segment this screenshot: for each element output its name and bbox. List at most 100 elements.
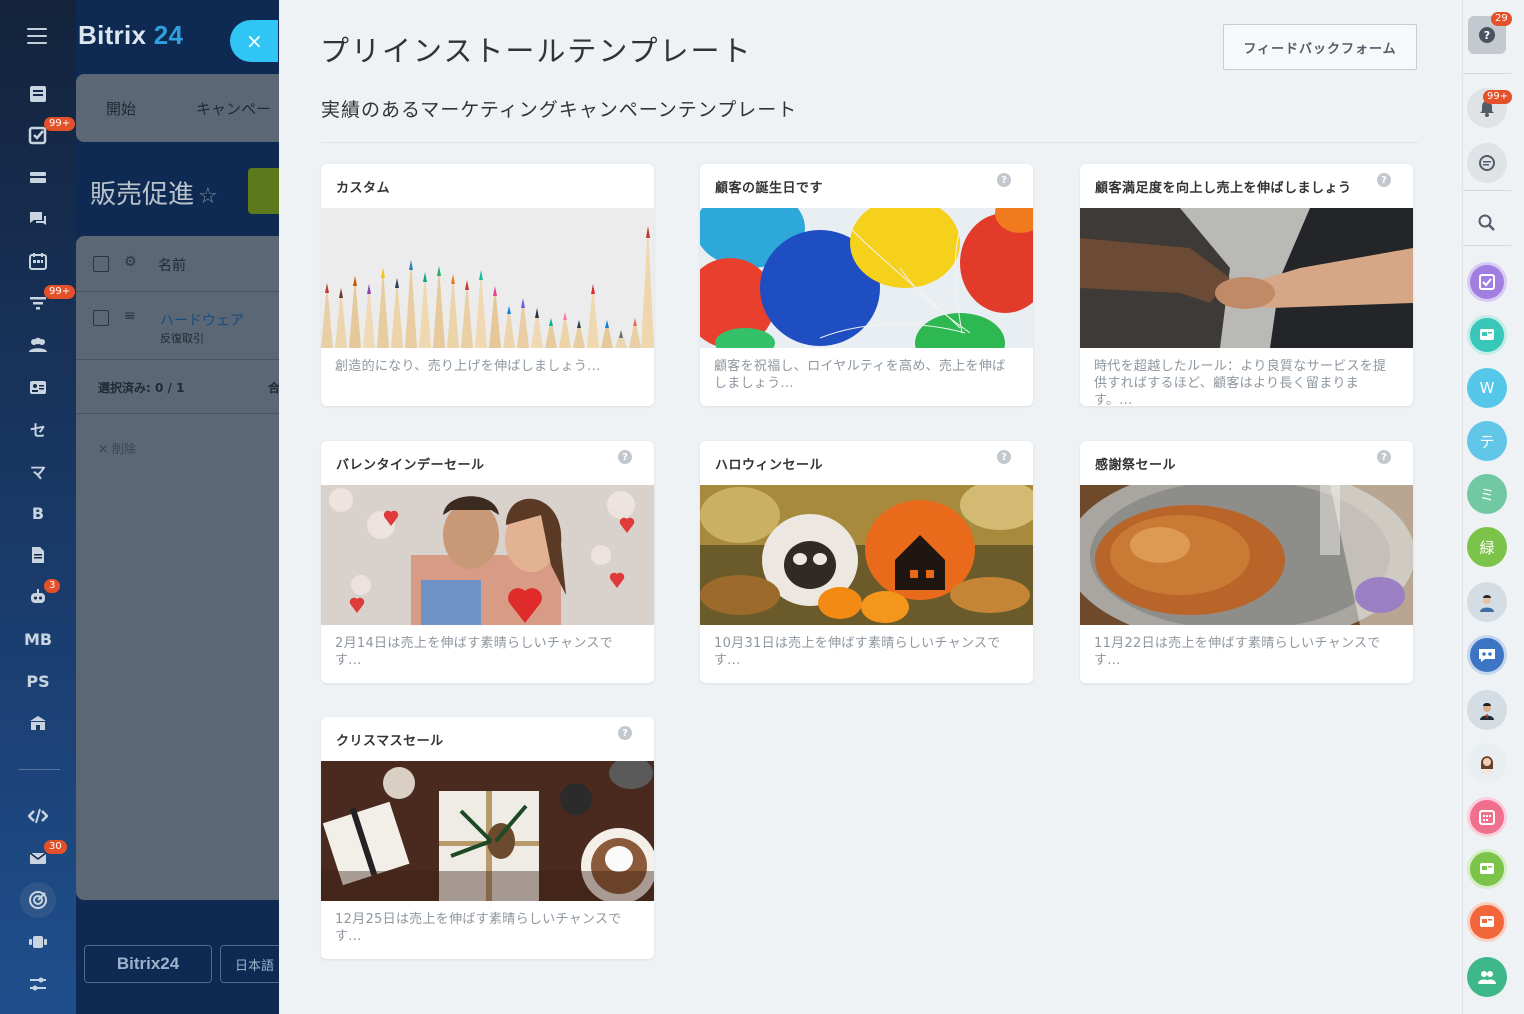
chat-icon[interactable]	[0, 199, 76, 239]
gear-icon[interactable]: ⚙	[124, 254, 137, 270]
marketing-target-icon[interactable]	[20, 882, 56, 918]
template-slider-panel: プリインストールテンプレート フィードバックフォーム 実績のあるマーケティングキ…	[279, 0, 1462, 1014]
avatar-te[interactable]: テ	[1467, 421, 1507, 461]
card-description: 創造的になり、売り上げを伸ばしましょう...	[335, 359, 601, 374]
avatar-w[interactable]: W	[1467, 368, 1507, 408]
card-description: 2月14日は売上を伸ばす素晴らしいチャンスです...	[335, 636, 614, 668]
delete-action[interactable]: ✕ 削除	[98, 440, 136, 457]
drive-icon[interactable]	[0, 157, 76, 197]
row-subtext: 反復取引	[160, 332, 204, 345]
page-title: 販売促進 ☆	[90, 180, 218, 210]
template-card-custom[interactable]: カスタム 創造的になり、売り上げを伸ばしましょう...	[321, 164, 654, 406]
table-row: ≡ ハードウェア 反復取引	[76, 292, 280, 360]
favorite-star-icon[interactable]: ☆	[198, 184, 218, 209]
help-icon[interactable]: ?	[997, 173, 1011, 187]
nav-item-b[interactable]: B	[0, 493, 76, 533]
card-image-turkey	[1080, 485, 1413, 625]
messenger-icon[interactable]	[1467, 143, 1507, 183]
card-image-balloons	[700, 208, 1033, 348]
background-page: Bitrix 24 × 開始 キャンペー 販売促進 ☆ ⚙ 名前 ≡ ハードウェア…	[76, 0, 280, 1014]
create-button[interactable]	[248, 168, 280, 214]
template-card-satisfaction[interactable]: 顧客満足度を向上し売上を伸ばしましょう ? 時代を超越したルール：より良質なサー…	[1080, 164, 1413, 406]
section-divider	[321, 142, 1418, 143]
search-icon[interactable]	[1467, 203, 1507, 243]
nav-item-ma[interactable]: マ	[0, 451, 76, 491]
developer-icon[interactable]	[0, 796, 76, 836]
rail-divider	[1463, 245, 1511, 246]
selected-count: 選択済み: 0 / 1	[98, 381, 185, 395]
contact-card-icon[interactable]	[0, 367, 76, 407]
nav-divider	[18, 769, 60, 770]
language-selector[interactable]: 日本語	[220, 945, 280, 983]
card-description: 10月31日は売上を伸ばす素晴らしいチャンスです...	[714, 636, 1001, 668]
footer-logo[interactable]: Bitrix24	[84, 945, 212, 983]
menu-icon[interactable]	[27, 28, 47, 44]
avatar-mi[interactable]: ミ	[1467, 474, 1507, 514]
card-description: 顧客を祝福し、ロイヤルティを高め、売上を伸ばしましょう...	[714, 359, 1006, 391]
card-description: 12月25日は売上を伸ばす素晴らしいチャンスです...	[335, 912, 622, 944]
drag-handle-icon[interactable]: ≡	[124, 308, 136, 324]
card-title: 顧客満足度を向上し売上を伸ばしましょう	[1095, 180, 1352, 196]
slider-title: プリインストールテンプレート	[320, 34, 753, 68]
card-image-gifts	[321, 761, 654, 901]
help-icon[interactable]: ?	[618, 726, 632, 740]
card-title: クリスマスセール	[336, 733, 444, 749]
nav-item-mb[interactable]: MB	[0, 619, 76, 659]
mail-badge: 30	[44, 840, 67, 854]
nav-item-ps[interactable]: PS	[0, 661, 76, 701]
settings-sliders-icon[interactable]	[0, 964, 76, 1004]
tasks-icon[interactable]: 99+	[0, 115, 76, 155]
row-name-link[interactable]: ハードウェア	[160, 310, 244, 330]
card-image-pumpkins	[700, 485, 1033, 625]
delete-icon: ✕	[98, 442, 112, 456]
card-title: 顧客の誕生日です	[715, 180, 824, 196]
help-icon[interactable]: ?	[997, 450, 1011, 464]
tab-campaign[interactable]: キャンペー	[196, 98, 271, 119]
feed-icon[interactable]	[0, 74, 76, 114]
user-avatar-photo[interactable]	[1467, 690, 1507, 730]
card-description: 11月22日は売上を伸ばす素晴らしいチャンスです...	[1094, 636, 1381, 668]
template-card-valentine[interactable]: バレンタインデーセール ? 2月14日は売上を伸ばす素晴らしいチャンスです...	[321, 441, 654, 683]
template-card-birthday[interactable]: 顧客の誕生日です ? 顧客を祝福し、ロイヤルティを高め、売上を伸ばしましょう..…	[700, 164, 1033, 406]
crm-funnel-icon[interactable]: 99+	[0, 283, 76, 323]
grid-footer: 選択済み: 0 / 1 合	[76, 360, 280, 414]
openline-chat-icon[interactable]	[1467, 849, 1507, 889]
column-name-header[interactable]: 名前	[158, 255, 186, 275]
avatar-midori[interactable]: 緑	[1467, 527, 1507, 567]
row-checkbox[interactable]	[93, 310, 109, 326]
feedback-form-button[interactable]: フィードバックフォーム	[1223, 24, 1417, 70]
mail-icon[interactable]: 30	[0, 838, 76, 878]
bitrix-logo: Bitrix 24	[78, 20, 184, 50]
robot-icon[interactable]: 3	[0, 577, 76, 617]
help-icon[interactable]: ?	[1377, 173, 1391, 187]
grid-panel: ⚙ 名前 ≡ ハードウェア 反復取引 選択済み: 0 / 1 合 ✕ 削除	[76, 236, 280, 900]
template-card-christmas[interactable]: クリスマスセール ? 12月25日は売上を伸ばす素晴らしいチャンスです...	[321, 717, 654, 959]
robot-badge: 3	[44, 579, 61, 593]
tasks-badge: 99+	[44, 117, 76, 131]
tab-start[interactable]: 開始	[106, 98, 136, 119]
svg-text:?: ?	[1484, 29, 1490, 42]
template-card-halloween[interactable]: ハロウィンセール ? 10月31日は売上を伸ばす素晴らしいチャンスです...	[700, 441, 1033, 683]
user-avatar-photo[interactable]	[1467, 743, 1507, 783]
group-users-icon[interactable]	[1467, 957, 1507, 997]
openline-chat-icon[interactable]	[1467, 902, 1507, 942]
left-navigation: 99+ 99+ セ マ B 3 MB PS 30	[0, 0, 76, 1014]
calendar-icon[interactable]	[0, 241, 76, 281]
openline-chat-icon[interactable]	[1467, 315, 1507, 355]
video-icon[interactable]	[0, 922, 76, 962]
card-title: バレンタインデーセール	[336, 457, 485, 473]
calendar-chat-icon[interactable]	[1467, 797, 1507, 837]
document-icon[interactable]	[0, 535, 76, 575]
user-avatar-photo[interactable]	[1467, 582, 1507, 622]
nav-item-se[interactable]: セ	[0, 409, 76, 449]
tasks-chat-icon[interactable]	[1467, 262, 1507, 302]
group-chat-icon[interactable]	[1467, 635, 1507, 675]
close-slider-button[interactable]: ×	[230, 20, 278, 62]
template-card-thanksgiving[interactable]: 感謝祭セール ? 11月22日は売上を伸ばす素晴らしいチャンスです...	[1080, 441, 1413, 683]
help-icon[interactable]: ?	[618, 450, 632, 464]
select-all-checkbox[interactable]	[93, 256, 109, 272]
help-icon[interactable]: ?	[1377, 450, 1391, 464]
section-subtitle: 実績のあるマーケティングキャンペーンテンプレート	[321, 99, 798, 121]
employees-icon[interactable]	[0, 325, 76, 365]
shop-icon[interactable]	[0, 703, 76, 743]
